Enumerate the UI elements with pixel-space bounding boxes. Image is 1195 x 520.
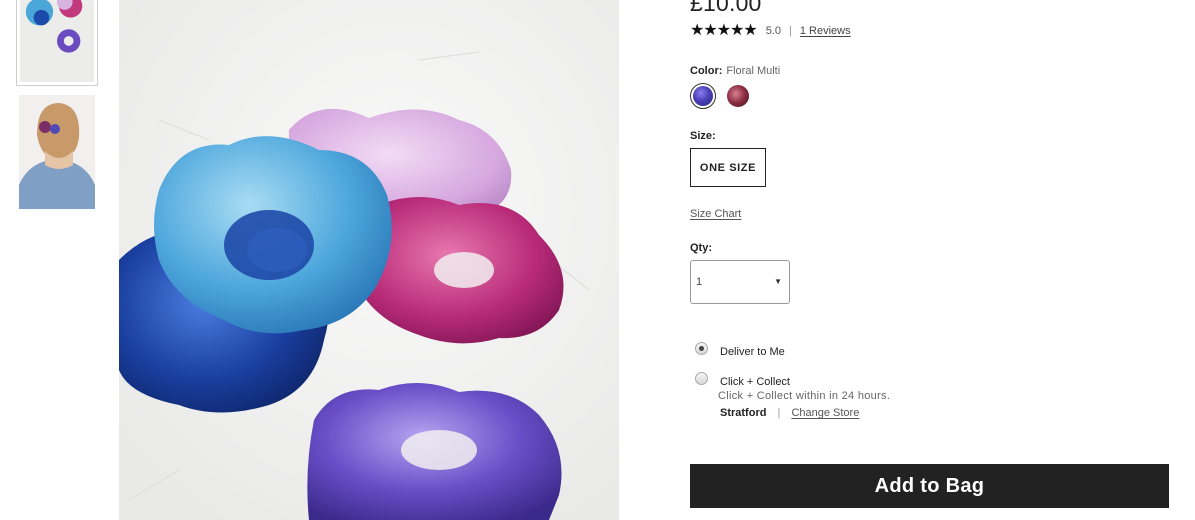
reviews-link[interactable]: 1 Reviews xyxy=(800,25,851,37)
color-swatch-alt[interactable] xyxy=(727,85,749,107)
swatch-fill xyxy=(693,86,713,106)
size-label: Size: xyxy=(690,130,716,142)
thumbnail-scrunchies[interactable] xyxy=(16,0,98,86)
store-row: Stratford | Change Store xyxy=(720,407,859,419)
add-to-bag-button[interactable]: Add to Bag xyxy=(690,464,1169,508)
thumbnail-model[interactable] xyxy=(19,95,95,209)
click-collect-note: Click + Collect within in 24 hours. xyxy=(718,390,891,402)
store-separator: | xyxy=(777,407,781,419)
scrunchies-photo xyxy=(119,0,619,520)
product-price: £10.00 xyxy=(690,0,762,16)
deliver-to-me-label[interactable]: Deliver to Me xyxy=(720,346,785,358)
chevron-down-icon: ▼ xyxy=(774,277,782,286)
click-collect-label[interactable]: Click + Collect xyxy=(720,376,790,388)
color-label: Color: xyxy=(690,65,723,77)
model-thumbnail-image xyxy=(19,95,95,209)
qty-select[interactable]: 1 ▼ xyxy=(690,260,790,304)
rating-row: ★★★★★ 5.0 | 1 Reviews xyxy=(690,23,851,39)
click-collect-radio[interactable] xyxy=(695,372,708,385)
deliver-to-me-radio[interactable] xyxy=(695,342,708,355)
color-swatch-floral-multi[interactable] xyxy=(690,83,716,109)
qty-value: 1 xyxy=(696,276,703,288)
product-main-image xyxy=(119,0,619,520)
size-chart-link[interactable]: Size Chart xyxy=(690,208,741,220)
color-label-row: Color: Floral Multi xyxy=(690,65,780,77)
change-store-link[interactable]: Change Store xyxy=(791,407,859,419)
rating-separator: | xyxy=(789,25,792,37)
scrunchies-thumbnail-image xyxy=(20,0,94,82)
store-name: Stratford xyxy=(720,407,767,419)
size-option-one-size[interactable]: ONE SIZE xyxy=(690,148,766,187)
star-rating-icon: ★★★★★ xyxy=(690,22,758,39)
color-selected-value: Floral Multi xyxy=(726,65,781,77)
qty-label: Qty: xyxy=(690,242,712,254)
rating-value: 5.0 xyxy=(765,25,782,37)
